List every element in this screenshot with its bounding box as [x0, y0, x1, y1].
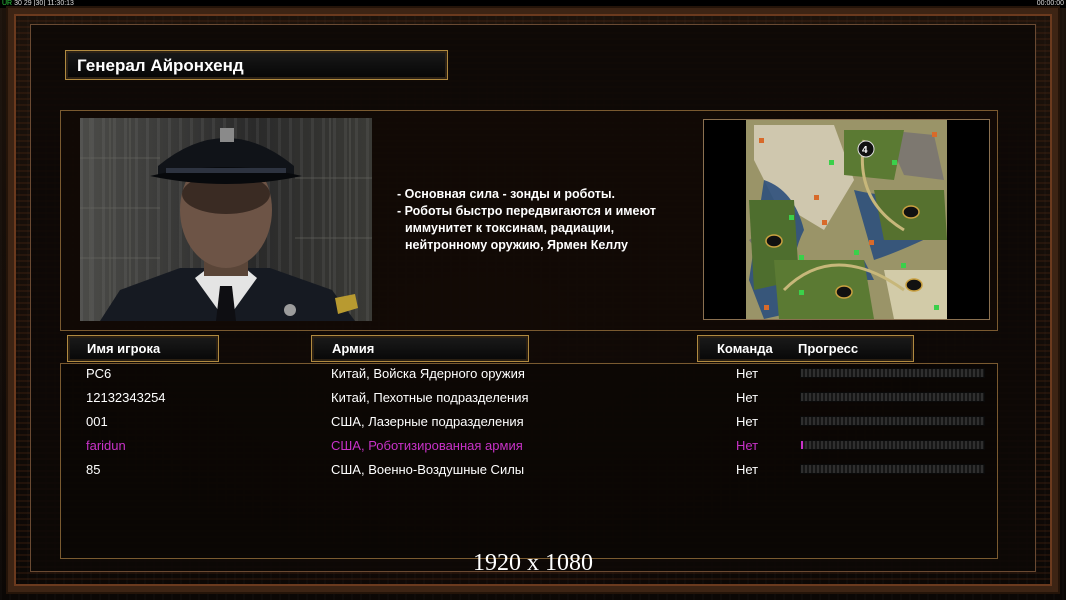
team-cell: Нет: [736, 366, 759, 381]
team-cell: Нет: [736, 438, 759, 453]
header-player-name-label: Имя игрока: [87, 341, 161, 356]
header-progress-label: Прогресс: [798, 341, 859, 356]
progress-bar: [800, 368, 985, 378]
general-portrait-image: [80, 118, 372, 321]
description-line: иммунитет к токсинам, радиации,: [405, 221, 615, 235]
progress-bar: [800, 440, 985, 450]
progress-bar: [800, 416, 985, 426]
status-bar: UR 30 29 [30] 11:30:13 00:00:00: [0, 0, 1066, 8]
progress-bar-fill: [801, 441, 803, 449]
progress-bar: [800, 392, 985, 402]
general-title: Генерал Айронхенд: [77, 56, 244, 75]
status-bar-left: UR 30 29 [30] 11:30:13: [2, 0, 74, 7]
player-name-cell: 001: [86, 414, 108, 429]
header-team-progress[interactable]: Команда Прогресс: [697, 335, 914, 362]
header-army-label: Армия: [332, 341, 375, 356]
header-player-name[interactable]: Имя игрока: [67, 335, 219, 362]
general-portrait: [80, 118, 372, 321]
header-army[interactable]: Армия: [311, 335, 529, 362]
header-team-label: Команда: [717, 341, 773, 356]
map-start-label: 4: [862, 145, 868, 156]
player-name-cell: 85: [86, 462, 101, 477]
player-name-cell: faridun: [86, 438, 126, 453]
table-row[interactable]: PC6 Китай, Войска Ядерного оружия Нет: [0, 363, 1066, 387]
table-row[interactable]: faridun США, Роботизированная армия Нет: [0, 435, 1066, 459]
table-row[interactable]: 12132343254 Китай, Пехотные подразделения…: [0, 387, 1066, 411]
table-row[interactable]: 001 США, Лазерные подразделения Нет: [0, 411, 1066, 435]
army-cell: США, Лазерные подразделения: [331, 414, 524, 429]
player-name-cell: PC6: [86, 366, 112, 381]
general-description: - Основная сила - зонды и роботы. - Робо…: [397, 186, 697, 254]
army-cell: США, Военно-Воздушные Силы: [331, 462, 525, 477]
description-line: нейтронному оружию, Ярмен Келлу: [405, 238, 628, 252]
map-preview-image: 4: [704, 120, 989, 319]
team-cell: Нет: [736, 390, 759, 405]
map-preview: 4: [703, 119, 990, 320]
team-cell: Нет: [736, 462, 759, 477]
army-cell: Китай, Пехотные подразделения: [331, 390, 529, 405]
progress-bar: [800, 464, 985, 474]
team-cell: Нет: [736, 414, 759, 429]
resolution-label: 1920 x 1080: [473, 550, 593, 576]
table-row[interactable]: 85 США, Военно-Воздушные Силы Нет: [0, 459, 1066, 483]
status-bar-clock: 00:00:00: [1036, 0, 1064, 7]
general-title-box: Генерал Айронхенд: [65, 50, 448, 80]
army-cell: Китай, Войска Ядерного оружия: [331, 366, 525, 381]
description-line: - Основная сила - зонды и роботы.: [397, 187, 615, 201]
player-name-cell: 12132343254: [86, 390, 166, 405]
army-cell: США, Роботизированная армия: [331, 438, 523, 453]
description-line: - Роботы быстро передвигаются и имеют: [397, 204, 656, 218]
